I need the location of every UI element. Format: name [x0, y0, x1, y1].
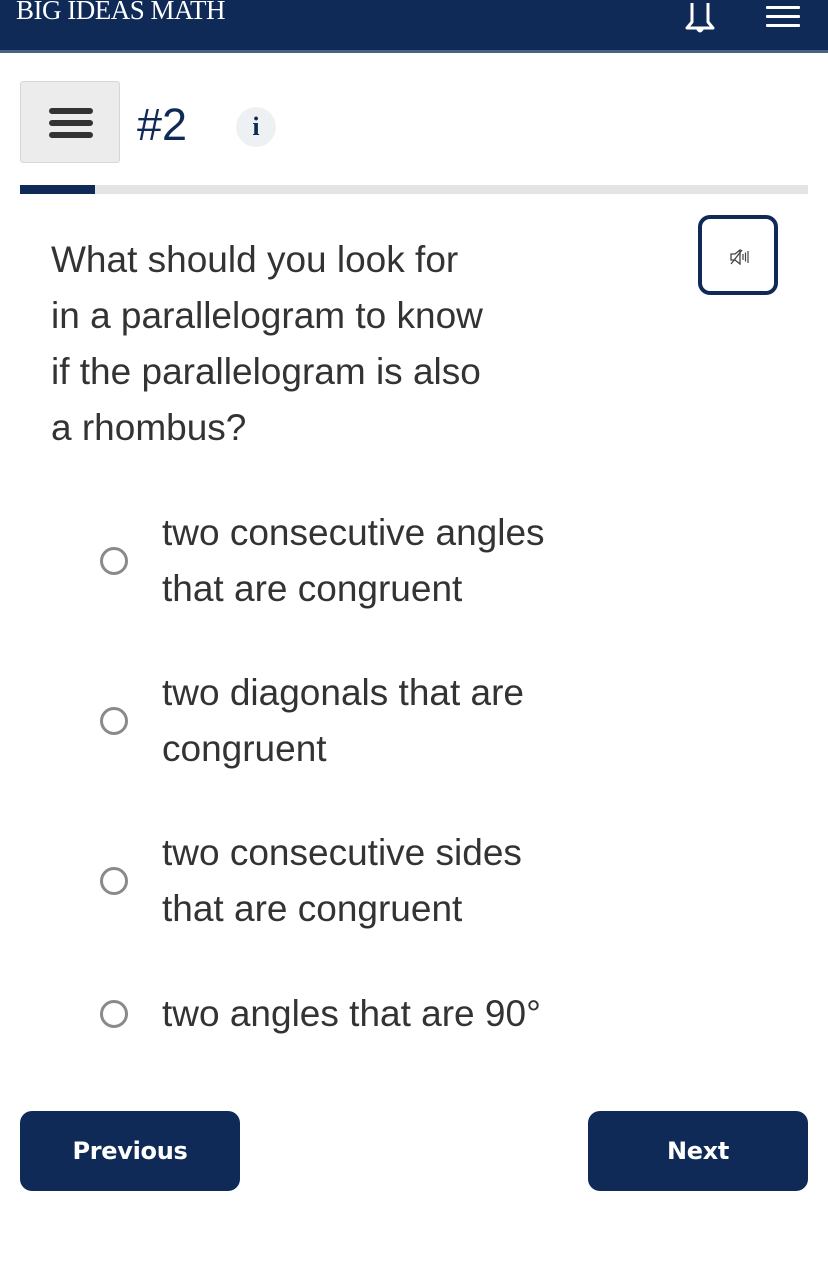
question-text: What should you look for in a parallelog… — [51, 232, 531, 456]
option-line: congruent — [162, 728, 327, 769]
radio-button[interactable] — [100, 867, 128, 895]
top-navbar: BIG IDEAS MATH — [0, 0, 828, 53]
option-line: two diagonals that are — [162, 672, 525, 713]
answer-option-3[interactable]: two consecutive sides that are congruent — [100, 825, 700, 937]
radio-button[interactable] — [100, 1000, 128, 1028]
next-button[interactable]: Next — [588, 1111, 808, 1191]
question-line: in a parallelogram to know — [51, 295, 483, 336]
option-label: two consecutive sides that are congruent — [162, 825, 602, 937]
answer-option-2[interactable]: two diagonals that are congruent — [100, 665, 700, 777]
question-line: a rhombus? — [51, 407, 247, 448]
brand-logo[interactable]: BIG IDEAS MATH — [16, 0, 226, 26]
option-line: two consecutive sides — [162, 832, 522, 873]
question-line: if the parallelogram is also — [51, 351, 481, 392]
speaker-muted-icon — [730, 249, 749, 265]
progress-bar — [20, 185, 808, 194]
radio-button[interactable] — [100, 547, 128, 575]
option-line: that are congruent — [162, 568, 463, 609]
audio-toggle-button[interactable] — [698, 215, 778, 295]
question-line: What should you look for — [51, 239, 459, 280]
bell-icon[interactable] — [683, 0, 717, 36]
hamburger-menu-icon[interactable] — [766, 6, 800, 32]
option-line: two angles that are 90° — [162, 993, 541, 1034]
info-icon[interactable]: i — [236, 107, 276, 147]
option-line: that are congruent — [162, 888, 463, 929]
option-label: two consecutive angles that are congruen… — [162, 505, 602, 617]
question-number: #2 — [137, 99, 188, 150]
answer-option-4[interactable]: two angles that are 90° — [100, 986, 700, 1042]
radio-button[interactable] — [100, 707, 128, 735]
answer-option-1[interactable]: two consecutive angles that are congruen… — [100, 505, 700, 617]
progress-fill — [20, 185, 95, 194]
question-list-button[interactable] — [20, 81, 120, 163]
option-label: two diagonals that are congruent — [162, 665, 602, 777]
previous-button[interactable]: Previous — [20, 1111, 240, 1191]
option-label: two angles that are 90° — [162, 986, 602, 1042]
option-line: two consecutive angles — [162, 512, 545, 553]
